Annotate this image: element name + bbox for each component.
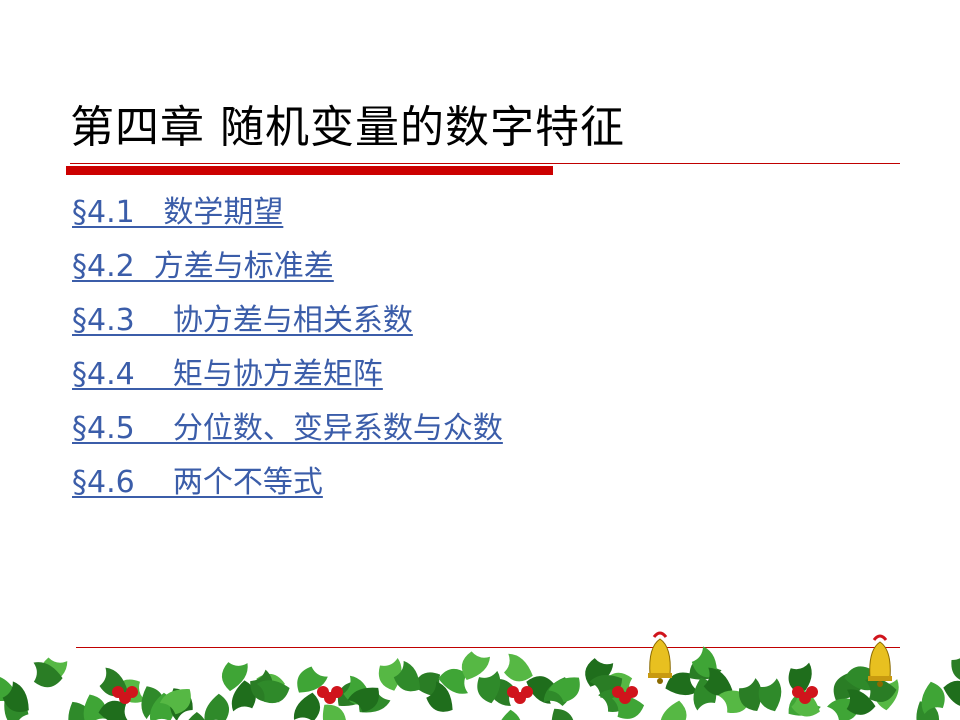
holly-berry xyxy=(521,686,533,698)
holly-berry xyxy=(626,686,638,698)
holly-berry xyxy=(806,686,818,698)
slide: 第四章 随机变量的数字特征 §4.1 数学期望 §4.2 方差与标准差 §4.3… xyxy=(0,0,960,720)
toc-item: §4.6 两个不等式 xyxy=(72,456,503,510)
toc-link-4-6[interactable]: §4.6 两个不等式 xyxy=(72,465,323,500)
holly-leaf xyxy=(204,693,230,720)
holly-leaf xyxy=(660,700,687,720)
holly-leaf xyxy=(551,708,575,720)
toc-item: §4.4 矩与协方差矩阵 xyxy=(72,348,503,402)
holly-leaf xyxy=(293,692,321,720)
toc-item: §4.3 协方差与相关系数 xyxy=(72,294,503,348)
holly-leaf xyxy=(182,712,207,720)
holly-leaf xyxy=(497,709,522,720)
holly-berry xyxy=(126,686,138,698)
toc-item: §4.2 方差与标准差 xyxy=(72,240,503,294)
toc-link-4-1[interactable]: §4.1 数学期望 xyxy=(72,195,283,230)
slide-title: 第四章 随机变量的数字特征 xyxy=(70,102,625,153)
toc-link-4-4[interactable]: §4.4 矩与协方差矩阵 xyxy=(72,357,383,392)
toc-link-4-2[interactable]: §4.2 方差与标准差 xyxy=(72,249,334,284)
toc-link-4-3[interactable]: §4.3 协方差与相关系数 xyxy=(72,303,413,338)
holly-garland-decoration xyxy=(0,631,960,720)
bell-icon xyxy=(868,634,892,687)
holly-berry xyxy=(331,686,343,698)
toc-link-4-5[interactable]: §4.5 分位数、变异系数与众数 xyxy=(72,411,503,446)
toc-item: §4.1 数学期望 xyxy=(72,186,503,240)
bell-icon xyxy=(648,631,672,684)
title-thick-rule xyxy=(66,166,553,175)
chapter-toc: §4.1 数学期望 §4.2 方差与标准差 §4.3 协方差与相关系数 §4.4… xyxy=(72,186,503,510)
holly-leaf xyxy=(758,678,782,712)
toc-item: §4.5 分位数、变异系数与众数 xyxy=(72,402,503,456)
title-thin-rule xyxy=(70,163,900,164)
